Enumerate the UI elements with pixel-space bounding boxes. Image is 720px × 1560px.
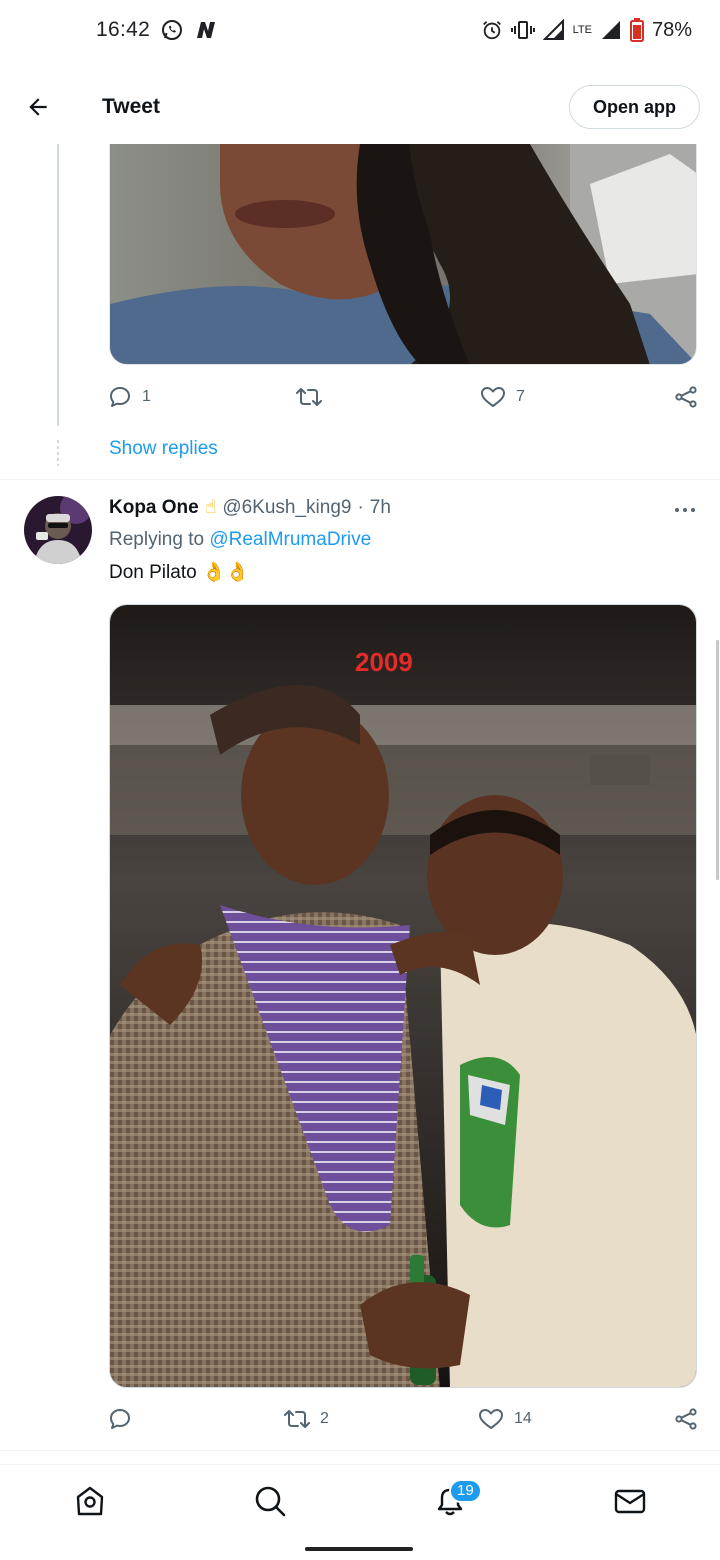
author-handle[interactable]: @6Kush_king9 (222, 497, 351, 519)
vibrate-icon (510, 19, 535, 41)
n-notification-icon (194, 18, 218, 42)
tweet2-retweet-count: 2 (320, 1410, 329, 1427)
tweet1-reply-count: 1 (142, 388, 151, 405)
status-left: 16:42 (96, 18, 218, 42)
signal-icon (542, 19, 565, 41)
scrollbar-thumb[interactable] (716, 640, 719, 880)
tweet2-retweet-button[interactable]: 2 (284, 1407, 478, 1431)
status-right: LTE 78% (481, 18, 692, 42)
battery-percent: 78% (651, 18, 692, 41)
tweet2-share-button[interactable] (674, 1407, 698, 1431)
show-replies-link[interactable]: Show replies (109, 438, 218, 460)
thread-connector-line (57, 144, 59, 426)
tweet-text-content: Don Pilato (109, 562, 197, 583)
divider (0, 1450, 720, 1451)
more-dot-icon (691, 508, 695, 512)
messages-icon (614, 1489, 646, 1513)
tweet-time[interactable]: 7h (370, 497, 391, 519)
replying-prefix: Replying to (109, 529, 205, 550)
tweet-text-emoji: 👌👌 (201, 562, 250, 583)
replying-to-mention[interactable]: @RealMrumaDrive (209, 529, 371, 550)
author-name[interactable]: Kopa One (109, 497, 199, 519)
tweet1-share-button[interactable] (674, 385, 698, 409)
search-icon (255, 1486, 286, 1516)
battery-icon (629, 18, 644, 42)
retweet-icon (296, 388, 322, 406)
author-emoji: ☝ (204, 497, 217, 518)
open-app-button[interactable]: Open app (568, 85, 700, 129)
tweet1-reply-button[interactable]: 1 (108, 385, 296, 409)
thread-connector-dots (57, 440, 59, 466)
signal-icon-2 (600, 19, 622, 41)
tweet2-photo-image: 2009 (110, 605, 696, 1387)
tweet1-like-count: 7 (516, 388, 525, 405)
avatar-image (24, 496, 92, 564)
tweet2-photo[interactable]: 2009 (109, 604, 697, 1388)
tweet1-actions: 1 7 (108, 382, 698, 412)
page-title: Tweet (102, 95, 160, 118)
tweet-text: Don Pilato 👌👌 (109, 560, 249, 584)
tweet1-retweet-button[interactable] (296, 385, 480, 409)
tweet2-header: Kopa One ☝ @6Kush_king9 · 7h (109, 496, 391, 519)
heart-icon (479, 1409, 503, 1429)
notification-badge: 19 (449, 1478, 482, 1503)
nav-notifications[interactable]: 19 (420, 1471, 482, 1531)
tweet2-reply-button[interactable] (108, 1407, 284, 1431)
status-bar: 16:42 LTE 78% (0, 0, 720, 60)
photo-caption: 2009 (355, 647, 413, 677)
nav-home[interactable] (60, 1471, 120, 1531)
tweet-header: Tweet Open app (0, 70, 720, 144)
bottom-nav: 19 (0, 1464, 720, 1536)
tweet2-like-button[interactable]: 14 (478, 1407, 668, 1431)
back-button[interactable] (24, 93, 52, 121)
replying-to-line: Replying to @RealMrumaDrive (109, 529, 371, 551)
reply-icon (110, 1409, 130, 1429)
more-options-button[interactable] (670, 500, 700, 520)
retweet-icon (284, 1410, 310, 1428)
more-dot-icon (683, 508, 687, 512)
tweet1-like-button[interactable]: 7 (480, 385, 670, 409)
status-time: 16:42 (96, 18, 151, 41)
lte-label: LTE (572, 23, 592, 36)
meta-separator: · (357, 496, 364, 518)
tweet1-photo[interactable] (109, 144, 697, 365)
reply-icon (110, 387, 130, 407)
divider (0, 479, 720, 480)
share-icon (675, 1408, 697, 1430)
nav-messages[interactable] (600, 1471, 660, 1531)
tweet1-photo-image (110, 144, 696, 364)
avatar[interactable] (24, 496, 92, 564)
home-icon (76, 1486, 104, 1515)
tweet2-like-count: 14 (514, 1410, 532, 1427)
share-icon (675, 386, 697, 408)
heart-icon (481, 387, 505, 407)
tweet2-actions: 2 14 (108, 1404, 698, 1434)
more-dot-icon (675, 508, 679, 512)
whatsapp-icon (160, 18, 184, 42)
alarm-icon (481, 19, 503, 41)
arrow-left-icon (29, 98, 47, 116)
home-indicator[interactable] (305, 1547, 413, 1551)
nav-search[interactable] (240, 1471, 300, 1531)
